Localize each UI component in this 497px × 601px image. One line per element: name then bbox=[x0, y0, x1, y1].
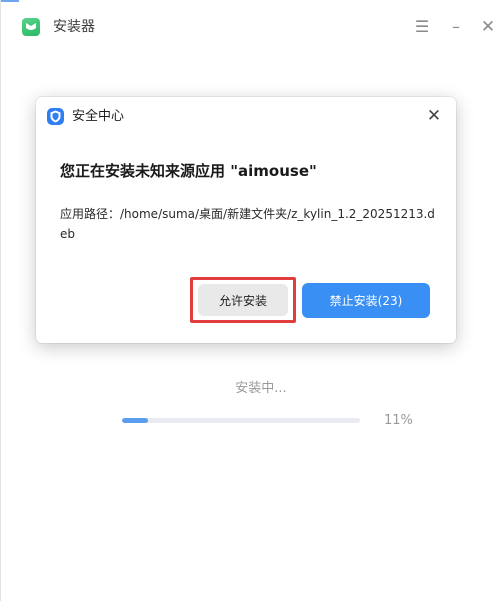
menu-icon[interactable]: ☰ bbox=[411, 16, 433, 38]
title-bar: 安装器 ☰ – ✕ bbox=[1, 0, 497, 52]
dialog-close-icon[interactable]: ✕ bbox=[424, 106, 444, 126]
allow-install-button[interactable]: 允许安装 bbox=[198, 284, 288, 316]
app-path-text: 应用路径：/home/suma/桌面/新建文件夹/z_kylin_1.2_202… bbox=[60, 207, 435, 241]
dialog-heading: 您正在安装未知来源应用 "aimouse" bbox=[60, 162, 317, 180]
install-progress-bar bbox=[122, 418, 360, 423]
app-title: 安装器 bbox=[53, 19, 95, 35]
installer-app-icon bbox=[22, 18, 40, 36]
security-dialog: 安全中心 ✕ 您正在安装未知来源应用 "aimouse" 应用路径：/home/… bbox=[36, 97, 456, 343]
security-shield-icon bbox=[47, 108, 64, 125]
install-progress-fill bbox=[122, 418, 149, 423]
minimize-icon[interactable]: – bbox=[445, 16, 467, 38]
forbid-install-button[interactable]: 禁止安装(23) bbox=[302, 283, 430, 318]
dialog-title: 安全中心 bbox=[72, 109, 125, 124]
close-icon[interactable]: ✕ bbox=[477, 16, 497, 38]
allow-button-highlight: 允许安装 bbox=[190, 277, 296, 323]
install-status-text: 安装中... bbox=[235, 381, 287, 396]
install-progress-label: 11% bbox=[384, 413, 413, 428]
